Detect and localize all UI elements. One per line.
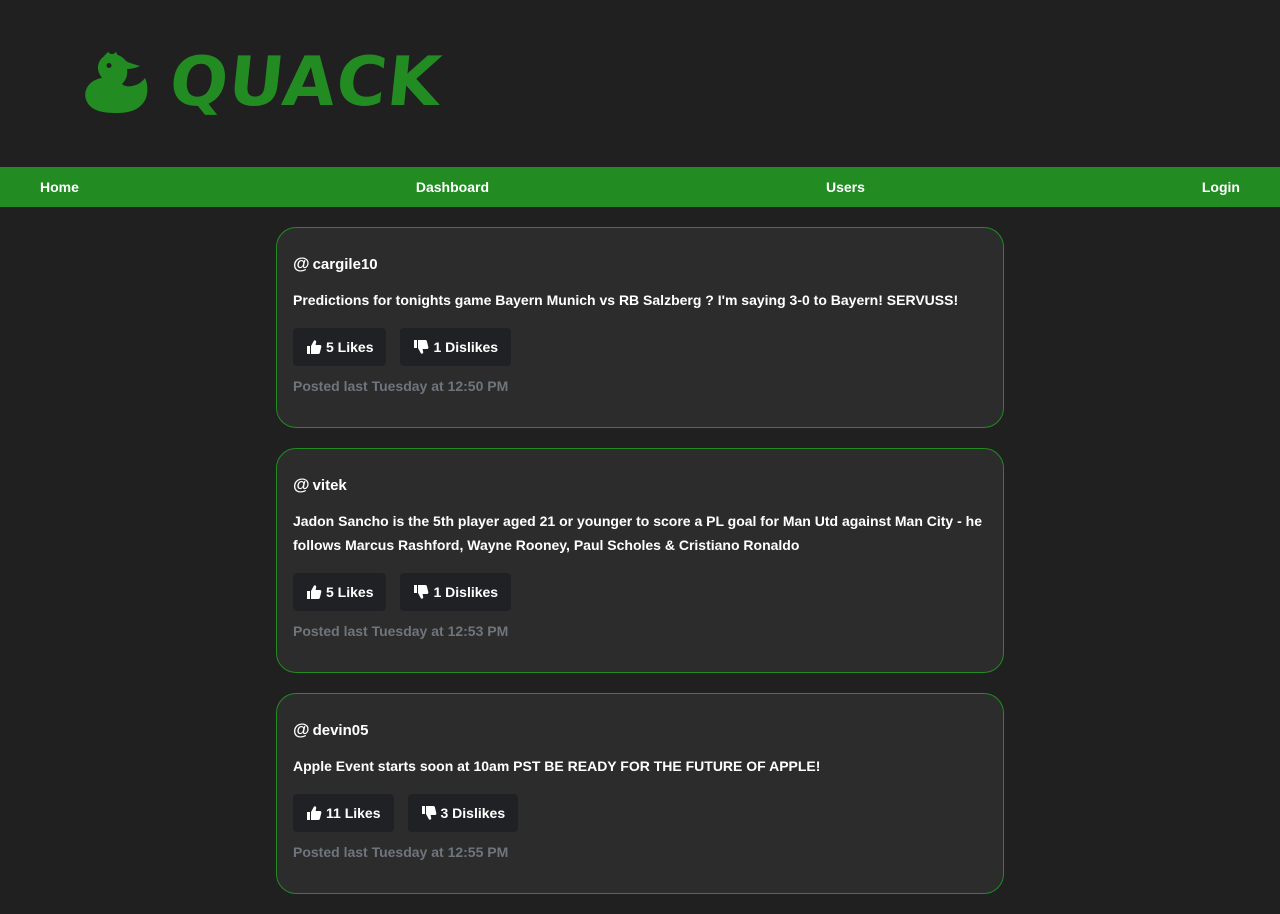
at-icon: @ bbox=[293, 475, 310, 494]
dislike-count: 1 Dislikes bbox=[433, 339, 499, 355]
username: cargile10 bbox=[312, 255, 378, 273]
brand-name: QUACK bbox=[165, 43, 446, 122]
post-author[interactable]: @ cargile10 bbox=[293, 254, 987, 274]
logo[interactable]: QUACK bbox=[82, 43, 445, 122]
header: QUACK bbox=[0, 0, 1280, 167]
post-card: @ cargile10 Predictions for tonights gam… bbox=[276, 227, 1004, 428]
post-actions: 5 Likes 1 Dislikes bbox=[293, 328, 987, 366]
like-count: 5 Likes bbox=[326, 339, 374, 355]
username: devin05 bbox=[312, 721, 369, 739]
post-actions: 11 Likes 3 Dislikes bbox=[293, 794, 987, 832]
like-button[interactable]: 11 Likes bbox=[293, 794, 394, 832]
nav-login[interactable]: Login bbox=[1202, 179, 1240, 195]
post-feed: @ cargile10 Predictions for tonights gam… bbox=[276, 227, 1004, 914]
nav-home[interactable]: Home bbox=[40, 179, 79, 195]
thumbs-up-icon bbox=[307, 585, 322, 599]
post-card: @ devin05 Apple Event starts soon at 10a… bbox=[276, 693, 1004, 894]
post-card: @ vitek Jadon Sancho is the 5th player a… bbox=[276, 448, 1004, 673]
dislike-count: 1 Dislikes bbox=[433, 584, 499, 600]
nav-users[interactable]: Users bbox=[826, 179, 865, 195]
like-button[interactable]: 5 Likes bbox=[293, 573, 387, 611]
username: vitek bbox=[312, 476, 347, 494]
thumbs-down-icon bbox=[414, 585, 429, 599]
thumbs-down-icon bbox=[414, 340, 429, 354]
like-button[interactable]: 5 Likes bbox=[293, 328, 387, 366]
at-icon: @ bbox=[293, 254, 310, 273]
dislike-button[interactable]: 3 Dislikes bbox=[407, 794, 519, 832]
like-count: 11 Likes bbox=[326, 805, 381, 821]
at-icon: @ bbox=[293, 720, 310, 739]
dislike-button[interactable]: 1 Dislikes bbox=[400, 573, 512, 611]
post-body: Jadon Sancho is the 5th player aged 21 o… bbox=[293, 513, 982, 553]
duck-icon bbox=[85, 52, 148, 113]
post-body: Apple Event starts soon at 10am PST BE R… bbox=[293, 758, 821, 774]
navbar: Home Dashboard Users Login bbox=[0, 167, 1280, 207]
thumbs-down-icon bbox=[421, 806, 436, 820]
post-timestamp: Posted last Tuesday at 12:55 PM bbox=[293, 844, 509, 860]
post-timestamp: Posted last Tuesday at 12:53 PM bbox=[293, 623, 509, 639]
dislike-count: 3 Dislikes bbox=[440, 805, 506, 821]
post-author[interactable]: @ devin05 bbox=[293, 720, 987, 740]
thumbs-up-icon bbox=[307, 340, 322, 354]
post-body: Predictions for tonights game Bayern Mun… bbox=[293, 292, 959, 308]
thumbs-up-icon bbox=[307, 806, 322, 820]
nav-dashboard[interactable]: Dashboard bbox=[416, 179, 489, 195]
post-timestamp: Posted last Tuesday at 12:50 PM bbox=[293, 378, 509, 394]
like-count: 5 Likes bbox=[326, 584, 374, 600]
post-actions: 5 Likes 1 Dislikes bbox=[293, 573, 987, 611]
post-author[interactable]: @ vitek bbox=[293, 475, 987, 495]
dislike-button[interactable]: 1 Dislikes bbox=[400, 328, 512, 366]
